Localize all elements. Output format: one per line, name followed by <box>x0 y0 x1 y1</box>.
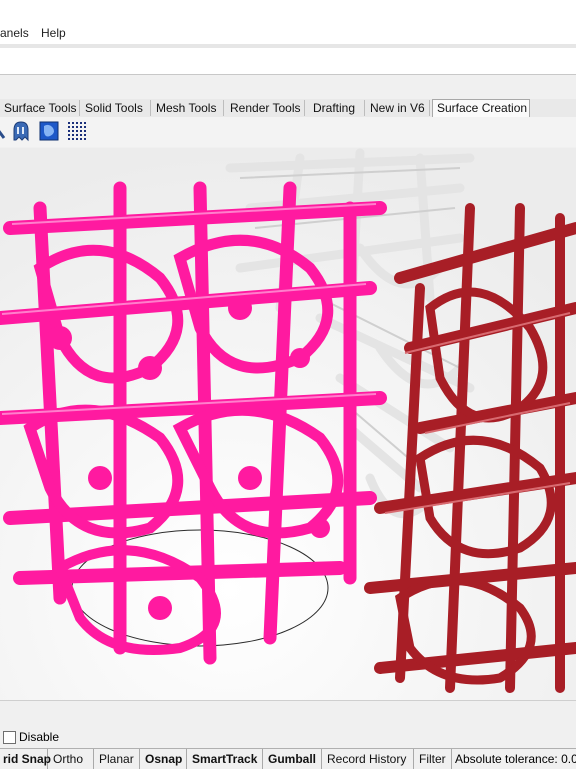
tab-new-in-v6[interactable]: New in V6 <box>366 100 430 116</box>
tab-surface-tools[interactable]: Surface Tools <box>0 100 80 116</box>
disable-label: Disable <box>19 730 60 744</box>
osnap-options-row: Disable <box>0 727 576 747</box>
tab-solid-tools[interactable]: Solid Tools <box>81 100 151 116</box>
toolbar <box>0 117 576 147</box>
tab-mesh-tools[interactable]: Mesh Tools <box>152 100 224 116</box>
toolbar-tabs: Surface Tools Solid Tools Mesh Tools Ren… <box>0 99 576 118</box>
point-grid-icon[interactable] <box>66 120 88 142</box>
menu-bar: anels Help <box>0 0 576 44</box>
tab-surface-creation[interactable]: Surface Creation <box>432 99 530 118</box>
tab-drafting[interactable]: Drafting <box>309 100 365 116</box>
tab-render-tools[interactable]: Render Tools <box>226 100 305 116</box>
viewport-render <box>0 148 576 700</box>
record-history-toggle[interactable]: Record History <box>322 749 414 769</box>
picture-surface-icon[interactable] <box>38 120 60 142</box>
menu-help[interactable]: Help <box>41 26 66 40</box>
toolbar-area <box>0 75 576 100</box>
viewport-tabs-strip <box>0 700 576 727</box>
osnap-toggle[interactable]: Osnap <box>140 749 187 769</box>
menu-panels[interactable]: anels <box>0 26 29 40</box>
filter-button[interactable]: Filter <box>414 749 452 769</box>
ghost-icon[interactable] <box>10 120 32 142</box>
status-bar: rid Snap Ortho Planar Osnap SmartTrack G… <box>0 748 576 769</box>
command-input[interactable] <box>0 48 564 74</box>
gumball-toggle[interactable]: Gumball <box>263 749 322 769</box>
absolute-tolerance: Absolute tolerance: 0.0 <box>455 752 576 766</box>
command-line <box>0 48 576 75</box>
ortho-toggle[interactable]: Ortho <box>48 749 94 769</box>
grid-snap-toggle[interactable]: rid Snap <box>0 749 51 769</box>
smarttrack-toggle[interactable]: SmartTrack <box>187 749 263 769</box>
planar-toggle[interactable]: Planar <box>94 749 140 769</box>
disable-checkbox[interactable] <box>3 731 16 744</box>
perspective-viewport[interactable] <box>0 148 576 700</box>
